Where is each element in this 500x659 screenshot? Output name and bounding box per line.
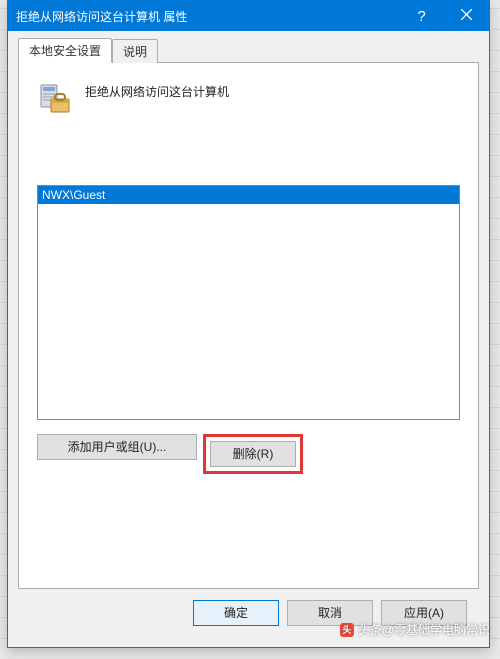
policy-title: 拒绝从网络访问这台计算机 [85, 81, 229, 100]
policy-icon [37, 81, 71, 115]
tab-explain[interactable]: 说明 [112, 39, 158, 63]
list-item[interactable]: NWX\Guest [38, 186, 459, 204]
close-button[interactable] [444, 1, 489, 31]
user-group-listbox[interactable]: NWX\Guest [37, 185, 460, 420]
policy-header: 拒绝从网络访问这台计算机 [37, 81, 460, 115]
tab-panel-local-security: 拒绝从网络访问这台计算机 NWX\Guest 添加用户或组(U)... 删除(R… [18, 62, 479, 589]
help-icon: ? [417, 8, 425, 25]
add-user-or-group-button[interactable]: 添加用户或组(U)... [37, 434, 197, 460]
watermark-text: 头条@零基础学电脑常识 [358, 621, 490, 638]
watermark: 头 头条@零基础学电脑常识 [340, 621, 490, 638]
tab-local-security-settings[interactable]: 本地安全设置 [18, 38, 112, 63]
tab-strip: 本地安全设置 说明 [18, 39, 479, 62]
properties-dialog: 拒绝从网络访问这台计算机 属性 ? 本地安全设置 说明 [7, 0, 490, 648]
list-action-row: 添加用户或组(U)... 删除(R) [37, 434, 460, 474]
ok-button[interactable]: 确定 [193, 600, 279, 626]
help-button[interactable]: ? [399, 1, 444, 31]
remove-button-highlight: 删除(R) [203, 434, 303, 474]
window-title: 拒绝从网络访问这台计算机 属性 [16, 8, 187, 25]
remove-button[interactable]: 删除(R) [210, 441, 296, 467]
close-icon [461, 9, 472, 23]
titlebar[interactable]: 拒绝从网络访问这台计算机 属性 ? [8, 1, 489, 31]
dialog-client-area: 本地安全设置 说明 拒绝从网络访问这台计算机 [8, 31, 489, 647]
watermark-icon: 头 [340, 623, 354, 637]
